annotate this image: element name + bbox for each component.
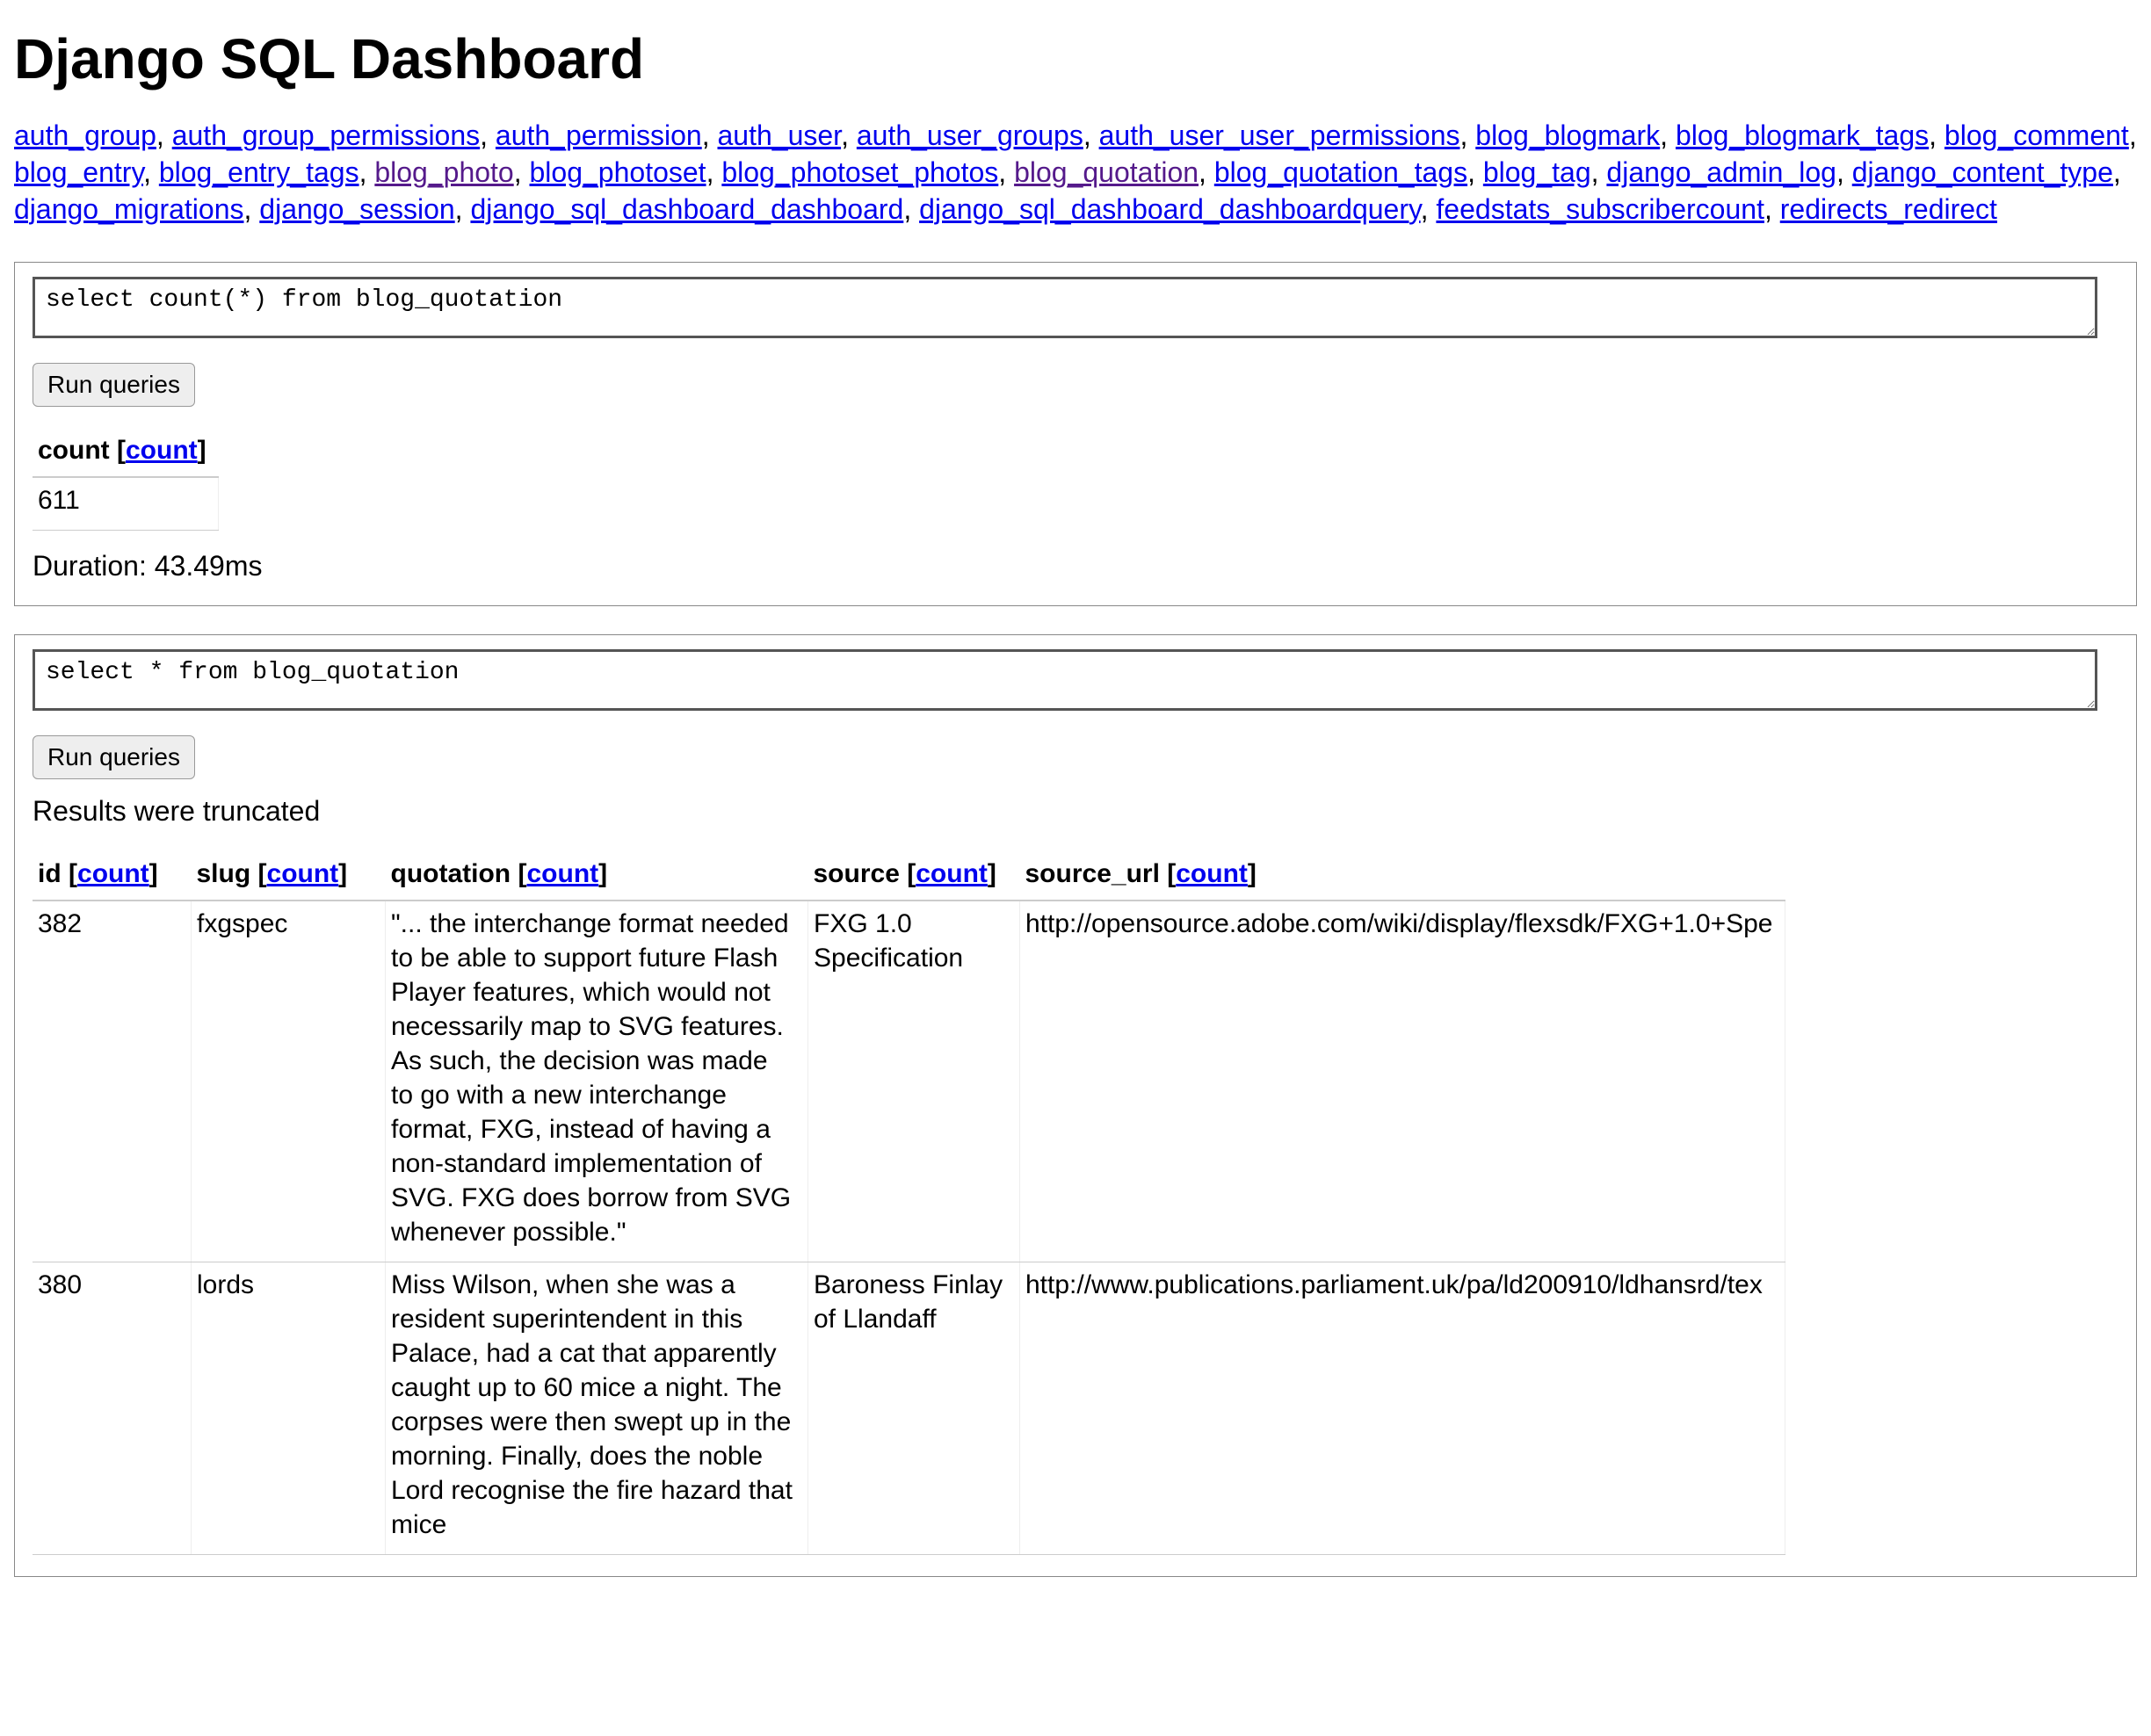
cell-source: FXG 1.0 Specification xyxy=(808,901,1020,1262)
table-link-feedstats_subscribercount[interactable]: feedstats_subscribercount xyxy=(1436,193,1764,225)
run-queries-button-2[interactable]: Run queries xyxy=(33,735,195,779)
count-link[interactable]: count xyxy=(1176,859,1248,888)
table-row: 380 lords Miss Wilson, when she was a re… xyxy=(33,1262,1785,1554)
table-link-blog_photoset[interactable]: blog_photoset xyxy=(530,156,706,188)
cell-id: 380 xyxy=(33,1262,192,1554)
table-link-django_content_type[interactable]: django_content_type xyxy=(1852,156,2113,188)
cell-source: Baroness Finlay of Llandaff xyxy=(808,1262,1020,1554)
table-link-redirects_redirect[interactable]: redirects_redirect xyxy=(1780,193,1997,225)
cell-id: 382 xyxy=(33,901,192,1262)
table-link-auth_user[interactable]: auth_user xyxy=(718,119,842,151)
table-link-blog_entry_tags[interactable]: blog_entry_tags xyxy=(159,156,359,188)
table-link-blog_quotation_tags[interactable]: blog_quotation_tags xyxy=(1214,156,1467,188)
table-link-django_admin_log[interactable]: django_admin_log xyxy=(1606,156,1836,188)
count-link[interactable]: count xyxy=(77,859,149,888)
table-row: 611 xyxy=(33,477,219,531)
truncated-message: Results were truncated xyxy=(33,793,2118,830)
table-link-blog_quotation[interactable]: blog_quotation xyxy=(1014,156,1199,188)
query-panel-1: Run queries count [count] 611 Duration: … xyxy=(14,262,2137,607)
sql-input-1[interactable] xyxy=(33,277,2097,338)
table-link-auth_user_user_permissions[interactable]: auth_user_user_permissions xyxy=(1099,119,1460,151)
table-link-auth_group[interactable]: auth_group xyxy=(14,119,156,151)
count-link[interactable]: count xyxy=(526,859,598,888)
page-title: Django SQL Dashboard xyxy=(14,23,2137,96)
cell-count-value: 611 xyxy=(33,477,219,531)
column-header-source: source [count] xyxy=(808,851,1020,901)
column-header-source-url: source_url [count] xyxy=(1020,851,1785,901)
count-link[interactable]: count xyxy=(916,859,988,888)
column-header-count: count [count] xyxy=(33,428,219,477)
count-link[interactable]: count xyxy=(126,436,198,465)
table-link-django_sql_dashboard_dashboard[interactable]: django_sql_dashboard_dashboard xyxy=(470,193,903,225)
run-queries-button-1[interactable]: Run queries xyxy=(33,363,195,407)
sql-input-2[interactable] xyxy=(33,649,2097,711)
cell-source-url: http://www.publications.parliament.uk/pa… xyxy=(1020,1262,1785,1554)
cell-slug: lords xyxy=(192,1262,386,1554)
results-table-1: count [count] 611 xyxy=(33,428,219,531)
table-link-auth_permission[interactable]: auth_permission xyxy=(496,119,702,151)
table-link-blog_tag[interactable]: blog_tag xyxy=(1483,156,1591,188)
table-link-blog_photo[interactable]: blog_photo xyxy=(374,156,513,188)
table-link-django_session[interactable]: django_session xyxy=(259,193,454,225)
table-link-auth_user_groups[interactable]: auth_user_groups xyxy=(857,119,1083,151)
query-panel-2: Run queries Results were truncated id [c… xyxy=(14,634,2137,1577)
table-link-auth_group_permissions[interactable]: auth_group_permissions xyxy=(172,119,480,151)
count-link[interactable]: count xyxy=(267,859,339,888)
table-link-blog_entry[interactable]: blog_entry xyxy=(14,156,143,188)
column-header-id: id [count] xyxy=(33,851,192,901)
table-link-blog_blogmark[interactable]: blog_blogmark xyxy=(1475,119,1660,151)
cell-slug: fxgspec xyxy=(192,901,386,1262)
table-link-django_migrations[interactable]: django_migrations xyxy=(14,193,244,225)
cell-quotation: "... the interchange format needed to be… xyxy=(386,901,808,1262)
table-link-blog_photoset_photos[interactable]: blog_photoset_photos xyxy=(721,156,998,188)
table-link-blog_blogmark_tags[interactable]: blog_blogmark_tags xyxy=(1676,119,1929,151)
table-row: 382 fxgspec "... the interchange format … xyxy=(33,901,1785,1262)
duration-text: Duration: 43.49ms xyxy=(33,548,2118,585)
table-links-list: auth_group, auth_group_permissions, auth… xyxy=(14,118,2137,228)
table-link-blog_comment[interactable]: blog_comment xyxy=(1945,119,2129,151)
cell-source-url: http://opensource.adobe.com/wiki/display… xyxy=(1020,901,1785,1262)
column-header-slug: slug [count] xyxy=(192,851,386,901)
cell-quotation: Miss Wilson, when she was a resident sup… xyxy=(386,1262,808,1554)
table-link-django_sql_dashboard_dashboardquery[interactable]: django_sql_dashboard_dashboardquery xyxy=(919,193,1421,225)
results-table-2: id [count] slug [count] quotation [count… xyxy=(33,851,1785,1555)
column-header-quotation: quotation [count] xyxy=(386,851,808,901)
